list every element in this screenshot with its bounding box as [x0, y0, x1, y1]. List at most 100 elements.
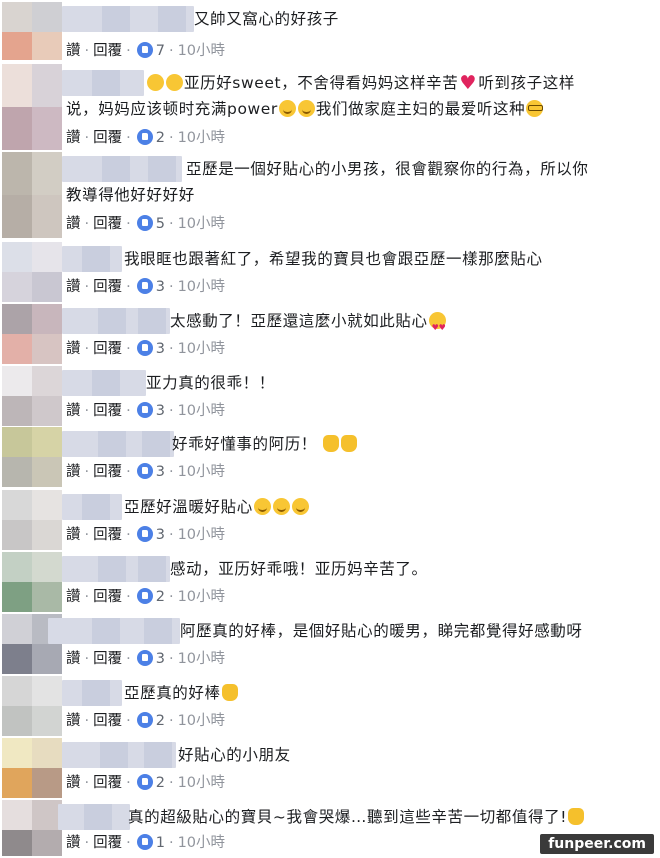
like-button[interactable]: 讚 — [66, 341, 81, 357]
like-count-icon[interactable] — [136, 526, 153, 542]
timestamp[interactable]: 10小時 — [178, 279, 225, 295]
like-button[interactable]: 讚 — [66, 279, 81, 295]
like-count[interactable]: 3 — [156, 279, 165, 295]
comment-text: 亞歷是一個好貼心的小男孩，很會觀察你的行為，所以你 教導得他好好好好 — [66, 156, 652, 208]
like-button[interactable]: 讚 — [66, 216, 81, 232]
timestamp[interactable]: 10小時 — [178, 775, 225, 791]
like-button[interactable]: 讚 — [66, 43, 81, 59]
comment-actions: 讚 · 回覆 · 3 · 10小時 — [66, 463, 226, 480]
avatar[interactable] — [2, 676, 62, 736]
like-count[interactable]: 2 — [156, 775, 165, 791]
comment-text-line2-end: 我们做家庭主妇的最爱听这种 — [315, 100, 526, 118]
comment-text-content: 又帥又窩心的好孩子 — [194, 10, 339, 28]
avatar[interactable] — [2, 738, 62, 798]
thumbs-up-icon — [568, 808, 585, 825]
avatar[interactable] — [2, 64, 62, 150]
like-button[interactable]: 讚 — [66, 775, 81, 791]
avatar[interactable] — [2, 552, 62, 612]
comment-text-line1-end: 听到孩子这样 — [478, 74, 575, 92]
like-count-icon[interactable] — [136, 42, 153, 58]
comment-actions: 讚 · 回覆 · 3 · 10小時 — [66, 526, 226, 543]
like-count-icon[interactable] — [136, 340, 153, 356]
like-button[interactable]: 讚 — [66, 527, 81, 543]
timestamp[interactable]: 10小時 — [178, 589, 225, 605]
timestamp[interactable]: 10小時 — [178, 464, 225, 480]
like-count[interactable]: 2 — [156, 589, 165, 605]
like-count[interactable]: 7 — [156, 43, 165, 59]
avatar[interactable] — [2, 2, 62, 60]
reply-button[interactable]: 回覆 — [93, 651, 122, 667]
timestamp[interactable]: 10小時 — [178, 43, 225, 59]
reply-button[interactable]: 回覆 — [93, 279, 122, 295]
like-count-icon[interactable] — [136, 834, 153, 850]
like-count-icon[interactable] — [136, 588, 153, 604]
timestamp[interactable]: 10小時 — [178, 651, 225, 667]
like-count[interactable]: 2 — [156, 130, 165, 146]
reply-button[interactable]: 回覆 — [93, 43, 122, 59]
like-count[interactable]: 3 — [156, 651, 165, 667]
crying-face-icon — [166, 74, 183, 91]
timestamp[interactable]: 10小時 — [178, 403, 225, 419]
timestamp[interactable]: 10小時 — [178, 216, 225, 232]
like-count-icon[interactable] — [136, 278, 153, 294]
timestamp[interactable]: 10小時 — [178, 713, 225, 729]
smiling-face-icon — [291, 498, 309, 515]
avatar[interactable] — [2, 800, 62, 856]
like-button[interactable]: 讚 — [66, 713, 81, 729]
like-button[interactable]: 讚 — [66, 130, 81, 146]
reply-button[interactable]: 回覆 — [93, 403, 122, 419]
comment-text-content: 亞歷真的好棒 — [124, 684, 221, 702]
timestamp[interactable]: 10小時 — [178, 341, 225, 357]
reply-button[interactable]: 回覆 — [93, 464, 122, 480]
reply-button[interactable]: 回覆 — [93, 713, 122, 729]
avatar[interactable] — [2, 366, 62, 426]
like-count[interactable]: 1 — [156, 835, 165, 851]
like-count-icon[interactable] — [136, 215, 153, 231]
comment-text: 又帥又窩心的好孩子 — [66, 6, 652, 32]
like-count-icon[interactable] — [136, 650, 153, 666]
like-count-icon[interactable] — [136, 712, 153, 728]
avatar[interactable] — [2, 490, 62, 550]
like-button[interactable]: 讚 — [66, 651, 81, 667]
like-count-icon[interactable] — [136, 402, 153, 418]
reply-button[interactable]: 回覆 — [93, 130, 122, 146]
comment-text: 亞歷好溫暖好貼心 — [66, 494, 652, 520]
like-count[interactable]: 3 — [156, 527, 165, 543]
like-count-icon[interactable] — [136, 774, 153, 790]
like-count-icon[interactable] — [136, 129, 153, 145]
like-count[interactable]: 5 — [156, 216, 165, 232]
nerd-face-icon — [526, 100, 544, 117]
timestamp[interactable]: 10小時 — [178, 130, 225, 146]
grinning-face-icon — [297, 100, 315, 117]
timestamp[interactable]: 10小時 — [178, 527, 225, 543]
avatar[interactable] — [2, 304, 62, 364]
like-count[interactable]: 3 — [156, 341, 165, 357]
reply-button[interactable]: 回覆 — [93, 341, 122, 357]
like-button[interactable]: 讚 — [66, 464, 81, 480]
reply-button[interactable]: 回覆 — [93, 775, 122, 791]
like-button[interactable]: 讚 — [66, 403, 81, 419]
reply-button[interactable]: 回覆 — [93, 527, 122, 543]
like-count-icon[interactable] — [136, 463, 153, 479]
like-count[interactable]: 3 — [156, 403, 165, 419]
comment-text-content: 亚力真的很乖！！ — [146, 374, 275, 392]
like-count[interactable]: 2 — [156, 713, 165, 729]
comment-text-content: 阿歷真的好棒，是個好貼心的暖男，睇完都覺得好感動呀 — [180, 622, 583, 640]
comment-actions: 讚 · 回覆 · 2 · 10小時 — [66, 712, 226, 729]
like-button[interactable]: 讚 — [66, 589, 81, 605]
reply-button[interactable]: 回覆 — [93, 835, 122, 851]
comment-text: 亚历好sweet，不舍得看妈妈这样辛苦 听到孩子这样 说，妈妈应该顿时充满powe… — [66, 70, 652, 122]
avatar[interactable] — [2, 427, 62, 487]
like-button[interactable]: 讚 — [66, 835, 81, 851]
avatar[interactable] — [2, 152, 62, 238]
comment-actions: 讚 · 回覆 · 3 · 10小時 — [66, 650, 226, 667]
comment-text: 好貼心的小朋友 — [66, 742, 652, 768]
comment-text-content: 太感動了！亞歷還這麼小就如此貼心 — [170, 312, 428, 330]
watermark: funpeer.com — [540, 834, 654, 854]
reply-button[interactable]: 回覆 — [93, 589, 122, 605]
avatar[interactable] — [2, 242, 62, 302]
timestamp[interactable]: 10小時 — [178, 835, 225, 851]
comment-text-content: 我眼眶也跟著紅了，希望我的寶貝也會跟亞歷一樣那麼貼心 — [124, 250, 543, 268]
like-count[interactable]: 3 — [156, 464, 165, 480]
reply-button[interactable]: 回覆 — [93, 216, 122, 232]
